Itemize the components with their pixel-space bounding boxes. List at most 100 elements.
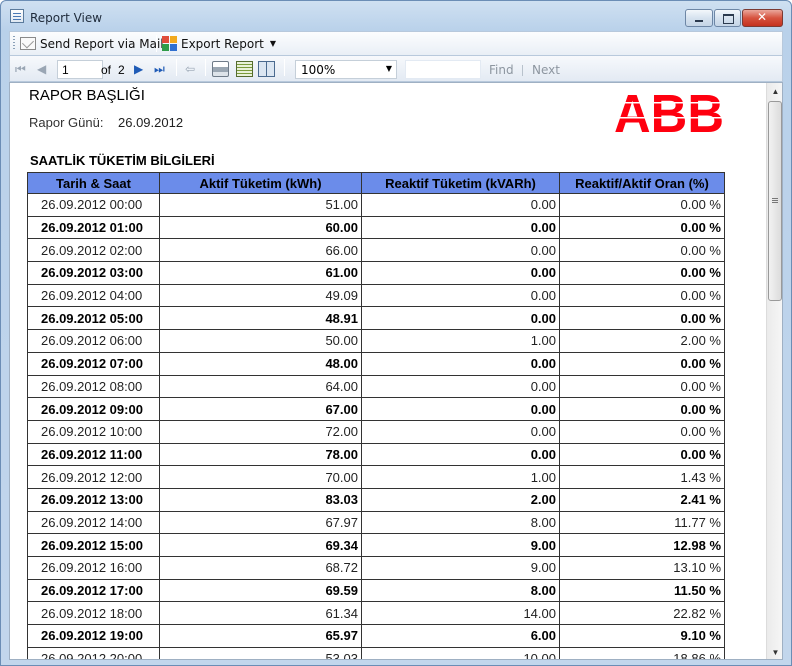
export-report-button[interactable]: Export Report ▼ bbox=[162, 34, 276, 53]
chevron-down-icon: ▼ bbox=[385, 64, 392, 73]
table-cell: 69.59 bbox=[159, 578, 362, 603]
table-cell: 26.09.2012 16:00 bbox=[27, 556, 160, 580]
table-cell: 26.09.2012 15:00 bbox=[27, 533, 160, 557]
table-cell: 60.00 bbox=[159, 215, 362, 240]
toolbar-grip[interactable] bbox=[13, 36, 15, 51]
table-row: 26.09.2012 16:00 68.72 9.00 13.10 % bbox=[27, 556, 725, 580]
table-cell: 65.97 bbox=[159, 624, 362, 648]
table-cell: 1.00 bbox=[361, 465, 560, 489]
section-title: SAATLİK TÜKETİM BİLGİLERİ bbox=[30, 153, 215, 168]
table-cell: 0.00 % bbox=[559, 351, 725, 376]
table-cell: 51.00 bbox=[159, 193, 362, 217]
print-layout-icon[interactable] bbox=[236, 61, 253, 77]
mail-icon bbox=[20, 37, 36, 50]
table-cell: 26.09.2012 07:00 bbox=[27, 351, 160, 376]
table-cell: 18.86 % bbox=[559, 646, 725, 659]
table-row: 26.09.2012 13:00 83.03 2.00 2.41 % bbox=[27, 487, 725, 512]
table-cell: 11.50 % bbox=[559, 578, 725, 603]
table-cell: 0.00 bbox=[361, 419, 560, 444]
title-bar[interactable]: Report View bbox=[1, 1, 791, 31]
table-cell: 0.00 % bbox=[559, 283, 725, 308]
table-cell: 13.10 % bbox=[559, 556, 725, 580]
find-link[interactable]: Find bbox=[489, 63, 514, 77]
scroll-up-icon[interactable]: ▲ bbox=[767, 83, 782, 100]
close-button[interactable] bbox=[742, 9, 783, 27]
table-cell: 0.00 % bbox=[559, 419, 725, 444]
table-cell: 26.09.2012 13:00 bbox=[27, 487, 160, 512]
table-cell: 26.09.2012 01:00 bbox=[27, 215, 160, 240]
table-cell: 26.09.2012 14:00 bbox=[27, 510, 160, 535]
table-cell: 12.98 % bbox=[559, 533, 725, 557]
table-row: 26.09.2012 17:00 69.59 8.00 11.50 % bbox=[27, 578, 725, 603]
table-body: 26.09.2012 00:00 51.00 0.00 0.00 % 26.09.201… bbox=[27, 193, 725, 659]
table-cell: 26.09.2012 06:00 bbox=[27, 329, 160, 353]
table-cell: 26.09.2012 17:00 bbox=[27, 578, 160, 603]
scroll-thumb[interactable] bbox=[768, 101, 782, 301]
table-row: 26.09.2012 20:00 53.03 10.00 18.86 % bbox=[27, 646, 725, 659]
print-icon[interactable] bbox=[212, 61, 229, 77]
send-report-mail-label: Send Report via Mail bbox=[40, 36, 164, 51]
previous-page-icon[interactable]: ◀ bbox=[37, 62, 46, 76]
page-setup-icon[interactable] bbox=[258, 61, 275, 77]
table-cell: 72.00 bbox=[159, 419, 362, 444]
table-cell: 67.97 bbox=[159, 510, 362, 535]
toolbar-separator bbox=[205, 59, 206, 76]
report-view-window: Report View Send Report via Mail Export … bbox=[0, 0, 792, 666]
table-cell: 83.03 bbox=[159, 487, 362, 512]
minimize-button[interactable] bbox=[685, 9, 713, 27]
table-cell: 53.03 bbox=[159, 646, 362, 659]
table-cell: 1.00 bbox=[361, 329, 560, 353]
back-icon[interactable]: ⇦ bbox=[185, 62, 195, 76]
table-cell: 0.00 bbox=[361, 374, 560, 399]
table-row: 26.09.2012 10:00 72.00 0.00 0.00 % bbox=[27, 419, 725, 444]
table-cell: 0.00 % bbox=[559, 374, 725, 399]
send-report-mail-button[interactable]: Send Report via Mail bbox=[20, 34, 164, 53]
table-cell: 0.00 % bbox=[559, 442, 725, 467]
table-row: 26.09.2012 06:00 50.00 1.00 2.00 % bbox=[27, 329, 725, 353]
report-navigation-toolbar: ⏮ ◀ of 2 ▶ ⏭ ⇦ 100% ▼ Find Next bbox=[9, 55, 783, 82]
report-title: RAPOR BAŞLIĞI bbox=[29, 87, 145, 104]
column-header: Reaktif/Aktif Oran (%) bbox=[559, 172, 725, 194]
table-cell: 26.09.2012 19:00 bbox=[27, 624, 160, 648]
current-page-input[interactable] bbox=[57, 60, 103, 79]
table-cell: 0.00 % bbox=[559, 215, 725, 240]
table-row: 26.09.2012 02:00 66.00 0.00 0.00 % bbox=[27, 238, 725, 263]
last-page-icon[interactable]: ⏭ bbox=[154, 62, 165, 76]
scroll-down-icon[interactable]: ▼ bbox=[767, 644, 782, 659]
report-date-value: 26.09.2012 bbox=[118, 115, 184, 130]
table-cell: 0.00 bbox=[361, 442, 560, 467]
window-title: Report View bbox=[30, 11, 103, 25]
table-cell: 50.00 bbox=[159, 329, 362, 353]
table-cell: 22.82 % bbox=[559, 601, 725, 626]
column-header: Aktif Tüketim (kWh) bbox=[159, 172, 362, 194]
table-cell: 0.00 % bbox=[559, 397, 725, 421]
report-viewer[interactable]: RAPOR BAŞLIĞI Rapor Günü: 26.09.2012 ABB… bbox=[9, 82, 783, 660]
export-icon bbox=[162, 36, 177, 51]
table-row: 26.09.2012 00:00 51.00 0.00 0.00 % bbox=[27, 193, 725, 217]
link-separator bbox=[522, 65, 523, 76]
table-cell: 10.00 bbox=[361, 646, 560, 659]
table-cell: 26.09.2012 03:00 bbox=[27, 261, 160, 285]
table-cell: 26.09.2012 08:00 bbox=[27, 374, 160, 399]
find-next-link[interactable]: Next bbox=[532, 63, 560, 77]
zoom-select[interactable]: 100% ▼ bbox=[295, 60, 397, 79]
next-page-icon[interactable]: ▶ bbox=[134, 62, 143, 76]
abb-logo: ABB bbox=[614, 88, 726, 136]
find-input[interactable] bbox=[405, 60, 481, 79]
table-cell: 26.09.2012 18:00 bbox=[27, 601, 160, 626]
first-page-icon[interactable]: ⏮ bbox=[15, 62, 26, 76]
table-cell: 26.09.2012 20:00 bbox=[27, 646, 160, 659]
table-cell: 61.34 bbox=[159, 601, 362, 626]
table-row: 26.09.2012 15:00 69.34 9.00 12.98 % bbox=[27, 533, 725, 557]
table-cell: 8.00 bbox=[361, 578, 560, 603]
vertical-scrollbar[interactable]: ▲ ▼ bbox=[766, 83, 782, 659]
table-row: 26.09.2012 18:00 61.34 14.00 22.82 % bbox=[27, 601, 725, 626]
zoom-value: 100% bbox=[301, 63, 336, 77]
toolbar-separator bbox=[176, 59, 177, 76]
table-cell: 1.43 % bbox=[559, 465, 725, 489]
maximize-button[interactable] bbox=[714, 9, 741, 27]
table-cell: 0.00 % bbox=[559, 238, 725, 263]
table-cell: 0.00 bbox=[361, 193, 560, 217]
table-cell: 0.00 % bbox=[559, 306, 725, 331]
table-cell: 9.00 bbox=[361, 533, 560, 557]
